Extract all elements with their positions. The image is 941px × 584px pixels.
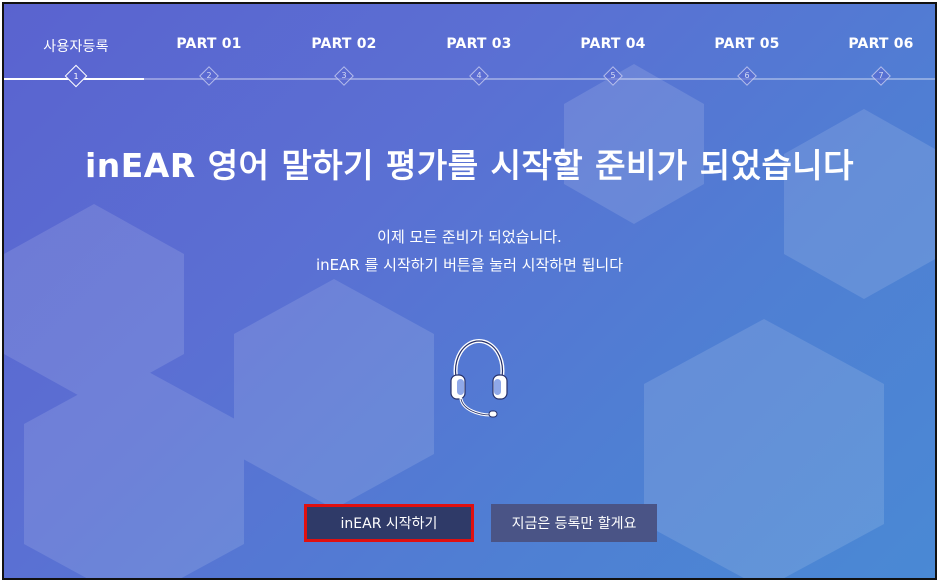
step-label-part02: PART 02 xyxy=(311,36,377,52)
headset-icon xyxy=(450,338,508,418)
app-frame: 사용자등록 PART 01 PART 02 PART 03 PART 04 PA… xyxy=(2,2,937,580)
step-label-part04: PART 04 xyxy=(580,36,646,52)
register-only-button[interactable]: 지금은 등록만 할게요 xyxy=(491,504,657,542)
page-title: inEAR 영어 말하기 평가를 시작할 준비가 되었습니다 xyxy=(84,146,855,185)
start-inear-button[interactable]: inEAR 시작하기 xyxy=(304,504,474,542)
step-label-part06: PART 06 xyxy=(848,36,914,52)
step-number-2: 2 xyxy=(206,71,212,80)
step-label-part03: PART 03 xyxy=(446,36,512,52)
description-line-2: inEAR 를 시작하기 버튼을 눌러 시작하면 됩니다 xyxy=(315,256,624,274)
step-number-7: 7 xyxy=(878,71,884,80)
step-label-part05: PART 05 xyxy=(714,36,780,52)
step-number-5: 5 xyxy=(610,71,616,80)
progress-line xyxy=(144,78,935,80)
step-label-register: 사용자등록 xyxy=(43,39,109,55)
step-number-4: 4 xyxy=(476,71,482,80)
description-line-1: 이제 모든 준비가 되었습니다. xyxy=(377,228,562,246)
step-number-1: 1 xyxy=(73,72,79,81)
step-label-part01: PART 01 xyxy=(176,36,242,52)
progress-steps: 사용자등록 PART 01 PART 02 PART 03 PART 04 PA… xyxy=(4,4,935,99)
step-number-3: 3 xyxy=(341,71,347,80)
step-number-6: 6 xyxy=(744,71,750,80)
